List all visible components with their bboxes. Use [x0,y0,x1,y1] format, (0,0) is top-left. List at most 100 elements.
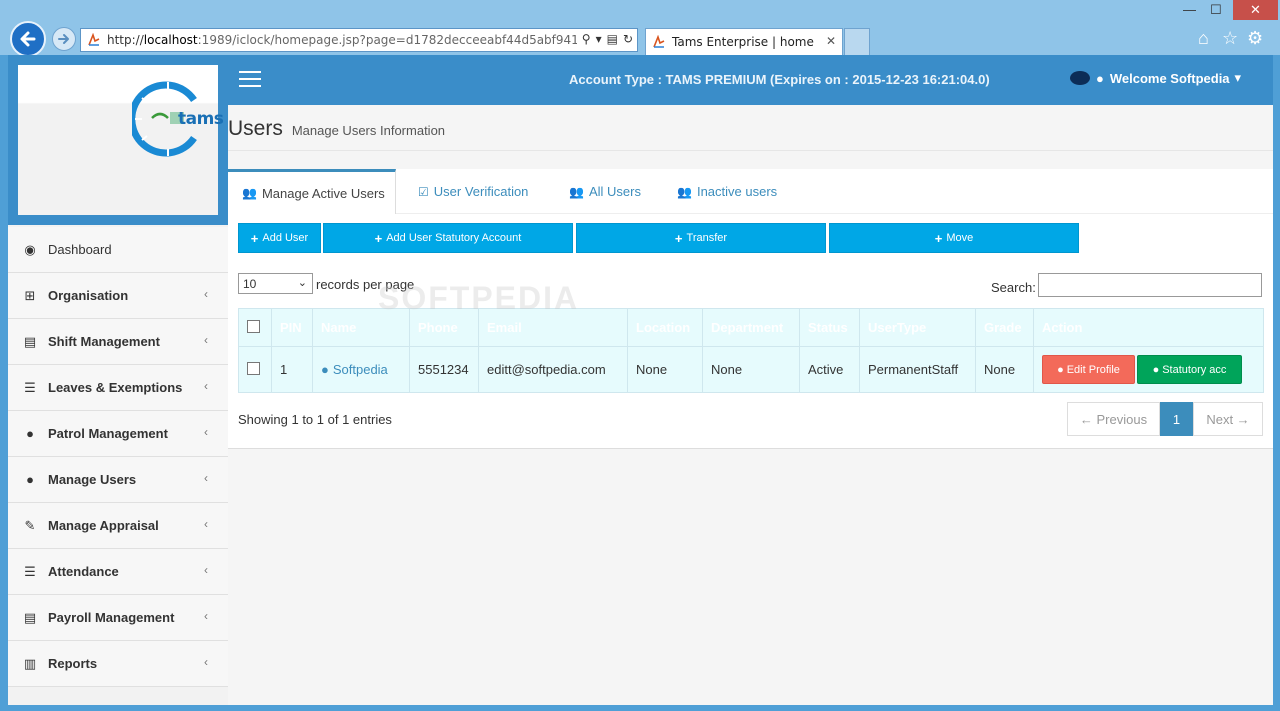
close-window-icon[interactable]: ✕ [1233,0,1278,20]
plus-icon: + [934,230,943,246]
main-content: Users Manage Users Information 👥 Manage … [228,105,1273,705]
column-header-pin[interactable]: PIN [271,308,313,347]
tab-user-verification[interactable]: ☑ User Verification [418,169,528,214]
sidebar-item-reports[interactable]: ▥ Reports ‹ [8,641,228,687]
bars-icon: ☰ [24,379,36,395]
close-tab-icon[interactable]: ✕ [826,34,836,48]
sidebar-item-manage-appraisal[interactable]: ✎ Manage Appraisal ‹ [8,503,228,549]
select-all-checkbox[interactable] [247,319,260,333]
column-header-usertype[interactable]: UserType [859,308,976,347]
compat-view-icon[interactable]: ▤ [607,32,618,46]
user-icon: ● [26,472,34,487]
page-icon [653,35,665,48]
user-menu[interactable]: ● Welcome Softpedia ▾ [1070,70,1241,86]
sidebar: tams ◉ Dashboard ⊞ Organisation ‹ ▤ Shif… [8,55,228,705]
page-heading: Users Manage Users Information [228,117,445,141]
column-header-grade[interactable]: Grade [975,308,1034,347]
select-value: 10 [243,276,257,291]
sidebar-item-label: Payroll Management [48,610,175,625]
column-header-location[interactable]: Location [627,308,703,347]
column-header-status[interactable]: Status [799,308,860,347]
address-bar[interactable]: http://localhost:1989/iclock/homepage.js… [80,28,638,52]
sidebar-item-attendance[interactable]: ☰ Attendance ‹ [8,549,228,595]
cell-email: editt@softpedia.com [478,346,628,393]
sidebar-item-label: Organisation [48,288,129,303]
maximize-icon[interactable]: ☐ [1210,2,1222,18]
list-icon: ▤ [23,333,37,349]
move-button[interactable]: + Move [829,223,1079,253]
tab-label: User Verification [433,184,529,199]
watermark: SOFTPEDIA [378,280,580,316]
tab-manage-active-users[interactable]: 👥 Manage Active Users [228,169,396,214]
add-statutory-account-button[interactable]: + Add User Statutory Account [323,223,573,253]
next-page-button[interactable]: Next → [1193,402,1263,436]
top-header: Account Type : TAMS PREMIUM (Expires on … [228,55,1273,105]
sidebar-item-label: Manage Appraisal [48,518,159,533]
chevron-down-icon: ⌄ [297,277,307,289]
transfer-button[interactable]: + Transfer [576,223,826,253]
column-header-department[interactable]: Department [702,308,800,347]
tabs: 👥 Manage Active Users ☑ User Verificatio… [228,169,1273,214]
sidebar-item-leaves[interactable]: ☰ Leaves & Exemptions ‹ [8,365,228,411]
chevron-left-icon: ‹ [204,379,208,393]
statutory-account-button[interactable]: ● Statutory acc [1137,355,1242,384]
user-icon: ● [26,426,34,441]
sidebar-item-organisation[interactable]: ⊞ Organisation ‹ [8,273,228,319]
row-checkbox[interactable] [247,361,260,375]
users-table: PIN Name Phone Email Location Department… [238,308,1264,393]
bar-chart-icon: ▥ [23,655,37,671]
user-name-link[interactable]: Softpedia [333,362,388,377]
home-icon[interactable]: ⌂ [1198,28,1209,49]
select-all-cell [238,308,272,347]
favorites-star-icon[interactable]: ☆ [1222,28,1238,49]
button-label: Edit Profile [1066,363,1120,376]
new-tab-button[interactable] [844,28,870,55]
gear-icon[interactable]: ⚙ [1247,28,1263,49]
row-select-cell [238,346,272,393]
tab-all-users[interactable]: 👥 All Users [569,169,641,214]
sidebar-item-label: Reports [48,656,98,671]
chevron-left-icon: ‹ [204,609,208,623]
sidebar-item-payroll-management[interactable]: ▤ Payroll Management ‹ [8,595,228,641]
add-user-button[interactable]: + Add User [238,223,321,253]
tab-title: Tams Enterprise | home [672,35,814,49]
edit-icon: ✎ [24,517,36,533]
sidebar-item-manage-users[interactable]: ● Manage Users ‹ [8,457,228,503]
sidebar-item-patrol-management[interactable]: ● Patrol Management ‹ [8,411,228,457]
minimize-icon[interactable]: — [1183,2,1196,17]
page: tams ◉ Dashboard ⊞ Organisation ‹ ▤ Shif… [8,55,1273,705]
window-border-right [1273,55,1280,705]
forward-button[interactable] [52,27,76,51]
arrow-right-icon [58,34,69,44]
cell-grade: None [975,346,1034,393]
records-per-page-select[interactable]: 10 ⌄ [238,273,313,294]
logo[interactable]: tams [18,65,224,215]
page-1-button[interactable]: 1 [1160,402,1193,436]
dropdown-icon[interactable]: ▾ [596,32,602,46]
edit-profile-button[interactable]: ● Edit Profile [1042,355,1135,384]
dashboard-icon: ◉ [24,241,36,257]
sidebar-item-shift-management[interactable]: ▤ Shift Management ‹ [8,319,228,365]
welcome-text: Welcome Softpedia [1109,70,1230,86]
back-button[interactable] [10,21,46,57]
cell-status: Active [799,346,860,393]
browser-tab[interactable]: Tams Enterprise | home ✕ [645,28,843,55]
button-label: Statutory acc [1162,363,1227,376]
arrow-left-icon [20,31,36,47]
hamburger-menu-icon[interactable] [239,71,261,87]
logo-area: tams [8,55,228,225]
refresh-icon[interactable]: ↻ [623,32,633,46]
cell-usertype: PermanentStaff [859,346,976,393]
window-border-left [0,55,8,705]
search-icon[interactable]: ⚲ [582,32,591,46]
previous-page-button[interactable]: ← Previous [1067,402,1160,436]
cell-name: ● Softpedia [312,346,410,393]
cell-phone: 5551234 [409,346,479,393]
tab-inactive-users[interactable]: 👥 Inactive users [677,169,777,214]
browser-chrome: http://localhost:1989/iclock/homepage.js… [0,0,1280,57]
button-label: Add User [262,232,309,244]
search-input[interactable] [1038,273,1262,297]
check-square-icon: ☑ [418,184,429,199]
table-info-text: Showing 1 to 1 of 1 entries [238,412,392,427]
sidebar-item-dashboard[interactable]: ◉ Dashboard [8,227,228,273]
